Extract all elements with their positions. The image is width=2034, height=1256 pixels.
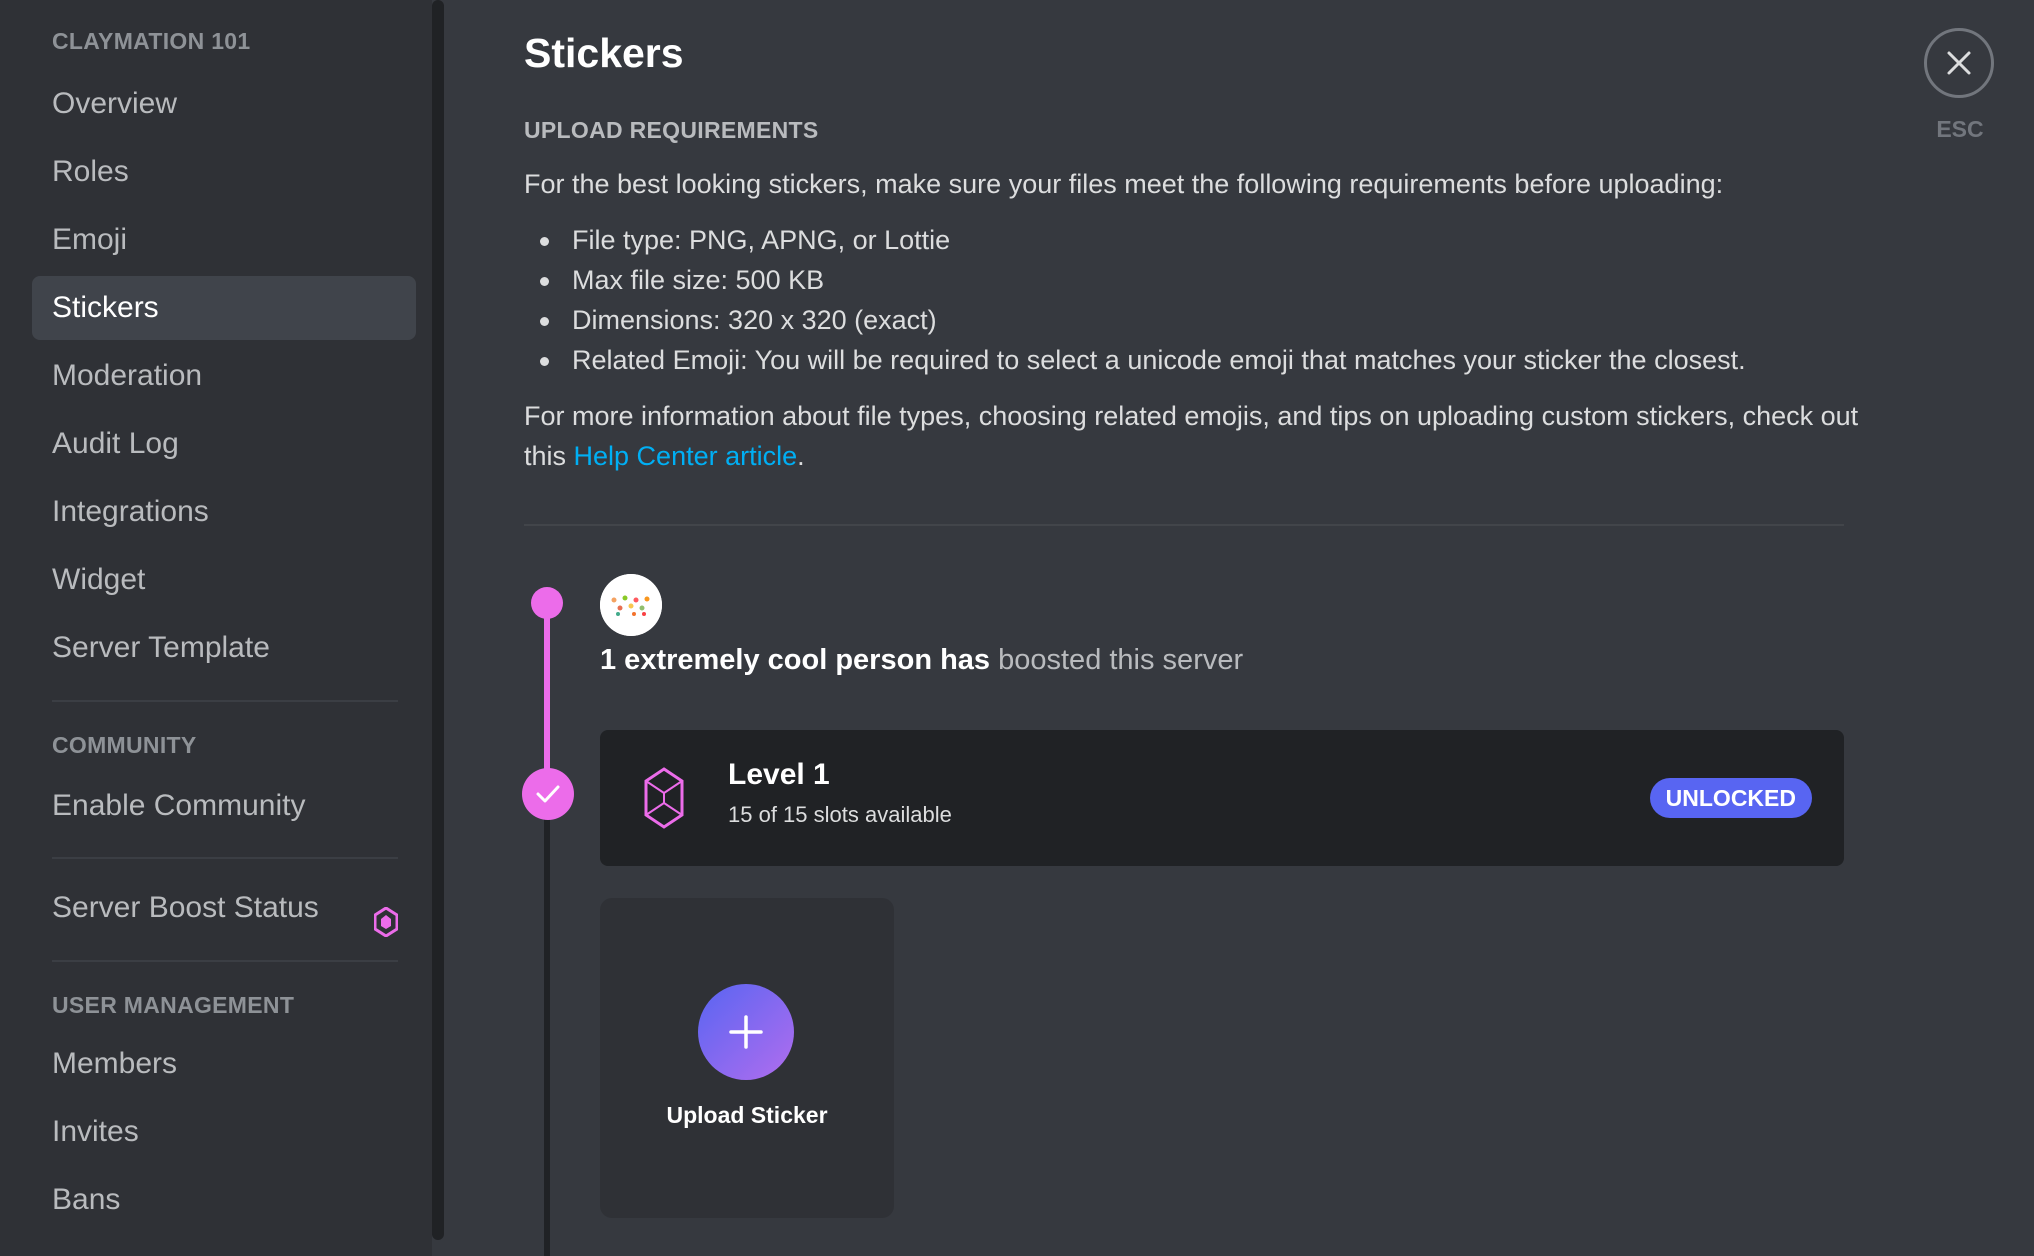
- sidebar-item-audit-log[interactable]: Audit Log: [32, 412, 416, 476]
- timeline-progress: [544, 604, 550, 794]
- sidebar-scrollbar[interactable]: [432, 0, 444, 1240]
- sidebar-item-server-boost-status[interactable]: Server Boost Status: [32, 876, 416, 940]
- slots-available: 15 of 15 slots available: [728, 802, 952, 827]
- more-info-text: For more information about file types, c…: [524, 396, 1858, 476]
- upload-requirements-header: UPLOAD REQUIREMENTS: [524, 117, 819, 143]
- sidebar-item-stickers[interactable]: Stickers: [32, 276, 416, 340]
- sidebar-item-overview[interactable]: Overview: [32, 72, 416, 136]
- sidebar-item-bans[interactable]: Bans: [32, 1168, 416, 1232]
- sidebar-divider: [52, 857, 398, 859]
- more-info-line: For more information about file types, c…: [524, 401, 1859, 431]
- page-title: Stickers: [524, 30, 684, 76]
- community-header: COMMUNITY: [52, 732, 197, 758]
- boost-gem-icon: [373, 896, 399, 960]
- boost-count-bold: 1 extremely cool person has: [600, 644, 991, 676]
- sidebar-item-server-template[interactable]: Server Template: [32, 616, 416, 680]
- timeline-start-dot: [531, 587, 563, 619]
- close-icon: [1947, 51, 1971, 75]
- user-management-header: USER MANAGEMENT: [52, 992, 295, 1018]
- booster-avatar[interactable]: [600, 574, 662, 636]
- sidebar-item-moderation[interactable]: Moderation: [32, 344, 416, 408]
- upload-sticker-card[interactable]: Upload Sticker: [600, 898, 894, 1218]
- level-card: Level 1 15 of 15 slots available UNLOCKE…: [600, 730, 1844, 866]
- settings-sidebar: CLAYMATION 101 Overview Roles Emoji Stic…: [0, 0, 432, 1256]
- sidebar-item-integrations[interactable]: Integrations: [32, 480, 416, 544]
- list-item: File type: PNG, APNG, or Lottie: [524, 220, 1746, 260]
- sidebar-item-members[interactable]: Members: [32, 1032, 416, 1096]
- server-name-header: CLAYMATION 101: [52, 28, 251, 54]
- stickers-settings-panel: Stickers UPLOAD REQUIREMENTS For the bes…: [444, 0, 2034, 1256]
- status-badge: UNLOCKED: [1649, 778, 1812, 818]
- list-item: Related Emoji: You will be required to s…: [524, 340, 1746, 380]
- sidebar-item-roles[interactable]: Roles: [32, 140, 416, 204]
- level-title: Level 1: [728, 758, 830, 791]
- help-center-link[interactable]: Help Center article: [574, 441, 798, 471]
- sidebar-item-enable-community[interactable]: Enable Community: [32, 774, 416, 838]
- sidebar-item-label: Server Boost Status: [52, 891, 319, 924]
- more-info-suffix: .: [797, 441, 805, 471]
- timeline-track: [544, 790, 550, 1256]
- sidebar-divider: [52, 700, 398, 702]
- esc-label: ESC: [1936, 116, 1984, 142]
- sidebar-divider: [52, 960, 398, 962]
- plus-icon: [729, 1015, 763, 1049]
- list-item: Dimensions: 320 x 320 (exact): [524, 300, 1746, 340]
- upload-sticker-button[interactable]: [698, 984, 794, 1080]
- sidebar-item-widget[interactable]: Widget: [32, 548, 416, 612]
- requirements-list: File type: PNG, APNG, or Lottie Max file…: [524, 220, 1746, 380]
- section-divider: [524, 524, 1844, 526]
- sidebar-item-invites[interactable]: Invites: [32, 1100, 416, 1164]
- upload-sticker-label: Upload Sticker: [666, 1102, 828, 1128]
- sidebar-item-emoji[interactable]: Emoji: [32, 208, 416, 272]
- check-icon: [522, 768, 574, 820]
- list-item: Max file size: 500 KB: [524, 260, 1746, 300]
- boost-count-text: 1 extremely cool person has boosted this…: [600, 644, 1243, 677]
- more-info-line: this Help Center article.: [524, 436, 1858, 476]
- requirements-intro: For the best looking stickers, make sure…: [524, 169, 1724, 199]
- more-info-prefix: this: [524, 441, 574, 471]
- boost-gem-icon: [642, 766, 686, 835]
- close-button[interactable]: [1924, 28, 1994, 98]
- boost-count-rest: boosted this server: [990, 644, 1244, 676]
